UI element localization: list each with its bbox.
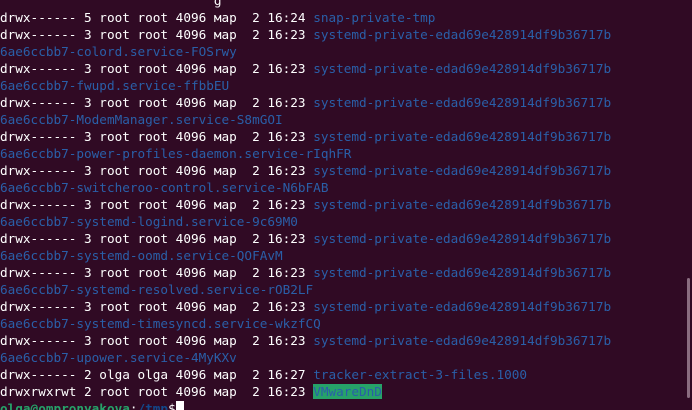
listing-row: drwx------ 3 root root 4096 мар 2 16:23 … xyxy=(0,196,682,213)
listing-row: drwx------ 3 root root 4096 мар 2 16:23 … xyxy=(0,26,682,43)
directory-name: systemd-private-edad69e428914df9b36717b xyxy=(313,197,612,212)
directory-name: snap-private-tmp xyxy=(313,10,436,25)
terminal-window[interactable]: g drwx------ 5 root root 4096 мар 2 16:2… xyxy=(0,0,692,410)
directory-name: systemd-private-edad69e428914df9b36717b xyxy=(313,299,612,314)
scrollbar[interactable] xyxy=(687,278,690,398)
directory-name: systemd-private-edad69e428914df9b36717b xyxy=(313,27,612,42)
directory-name: systemd-private-edad69e428914df9b36717b xyxy=(313,61,612,76)
file-metadata: drwxrwxrwt 2 root root 4096 мар 2 16:23 xyxy=(0,384,314,399)
directory-name-continuation: 6ae6ccbb7-colord.service-FOSrwy xyxy=(0,44,237,59)
listing-row: drwx------ 3 root root 4096 мар 2 16:23 … xyxy=(0,162,682,179)
prompt-user-host: olga@ompronyakova xyxy=(0,401,130,410)
directory-name-continuation: 6ae6ccbb7-systemd-logind.service-9c69M0 xyxy=(0,214,298,229)
file-metadata: drwx------ 2 olga olga 4096 мар 2 16:27 xyxy=(0,367,314,382)
listing-row: drwx------ 3 root root 4096 мар 2 16:23 … xyxy=(0,128,682,145)
listing-row: drwx------ 2 olga olga 4096 мар 2 16:27 … xyxy=(0,366,682,383)
prompt-path: /tmp xyxy=(137,401,169,410)
listing-row: drwx------ 3 root root 4096 мар 2 16:23 … xyxy=(0,94,682,111)
shell-prompt[interactable]: olga@ompronyakova:/tmp$ xyxy=(0,400,682,410)
directory-name: systemd-private-edad69e428914df9b36717b xyxy=(313,129,612,144)
file-metadata: drwx------ 3 root root 4096 мар 2 16:23 xyxy=(0,333,314,348)
directory-name: tracker-extract-3-files.1000 xyxy=(313,367,528,382)
file-metadata: drwx------ 3 root root 4096 мар 2 16:23 xyxy=(0,61,314,76)
listing-row: drwx------ 3 root root 4096 мар 2 16:23 … xyxy=(0,264,682,281)
directory-name: systemd-private-edad69e428914df9b36717b xyxy=(313,95,612,110)
file-metadata: drwx------ 3 root root 4096 мар 2 16:23 xyxy=(0,231,314,246)
file-metadata: drwx------ 3 root root 4096 мар 2 16:23 xyxy=(0,163,314,178)
directory-name-continuation: 6ae6ccbb7-systemd-resolved.service-rOB2L… xyxy=(0,282,314,297)
prompt-symbol: $ xyxy=(168,401,176,410)
directory-name: systemd-private-edad69e428914df9b36717b xyxy=(313,163,612,178)
file-metadata: drwx------ 5 root root 4096 мар 2 16:24 xyxy=(0,10,314,25)
directory-name: systemd-private-edad69e428914df9b36717b xyxy=(313,265,612,280)
directory-name-continuation: 6ae6ccbb7-upower.service-4MyKXv xyxy=(0,350,237,365)
terminal-output: g drwx------ 5 root root 4096 мар 2 16:2… xyxy=(0,0,682,410)
listing-row: drwxrwxrwt 2 root root 4096 мар 2 16:23 … xyxy=(0,383,682,400)
file-metadata: drwx------ 3 root root 4096 мар 2 16:23 xyxy=(0,197,314,212)
directory-name: systemd-private-edad69e428914df9b36717b xyxy=(313,231,612,246)
directory-name-continuation: 6ae6ccbb7-power-profiles-daemon.service-… xyxy=(0,146,352,161)
directory-name-continuation: 6ae6ccbb7-switcheroo-control.service-N6b… xyxy=(0,180,329,195)
partial-output-line: g xyxy=(0,0,222,8)
file-metadata: drwx------ 3 root root 4096 мар 2 16:23 xyxy=(0,27,314,42)
listing-row: drwx------ 3 root root 4096 мар 2 16:23 … xyxy=(0,298,682,315)
prompt-separator: : xyxy=(129,401,138,410)
directory-name-continuation: 6ae6ccbb7-systemd-timesyncd.service-wkzf… xyxy=(0,316,321,331)
directory-name-continuation: 6ae6ccbb7-ModemManager.service-S8mGOI xyxy=(0,112,283,127)
file-metadata: drwx------ 3 root root 4096 мар 2 16:23 xyxy=(0,265,314,280)
directory-name: VMwareDnD xyxy=(313,384,382,399)
listing-row: drwx------ 3 root root 4096 мар 2 16:23 … xyxy=(0,332,682,349)
directory-name: systemd-private-edad69e428914df9b36717b xyxy=(313,333,612,348)
listing-row: drwx------ 3 root root 4096 мар 2 16:23 … xyxy=(0,60,682,77)
listing-row: drwx------ 3 root root 4096 мар 2 16:23 … xyxy=(0,230,682,247)
file-metadata: drwx------ 3 root root 4096 мар 2 16:23 xyxy=(0,95,314,110)
directory-name-continuation: 6ae6ccbb7-fwupd.service-ffbbEU xyxy=(0,78,230,93)
listing-row: drwx------ 5 root root 4096 мар 2 16:24 … xyxy=(0,9,682,26)
file-metadata: drwx------ 3 root root 4096 мар 2 16:23 xyxy=(0,299,314,314)
file-metadata: drwx------ 3 root root 4096 мар 2 16:23 xyxy=(0,129,314,144)
directory-name-continuation: 6ae6ccbb7-systemd-oomd.service-QOFAvM xyxy=(0,248,283,263)
text-cursor xyxy=(175,401,184,410)
